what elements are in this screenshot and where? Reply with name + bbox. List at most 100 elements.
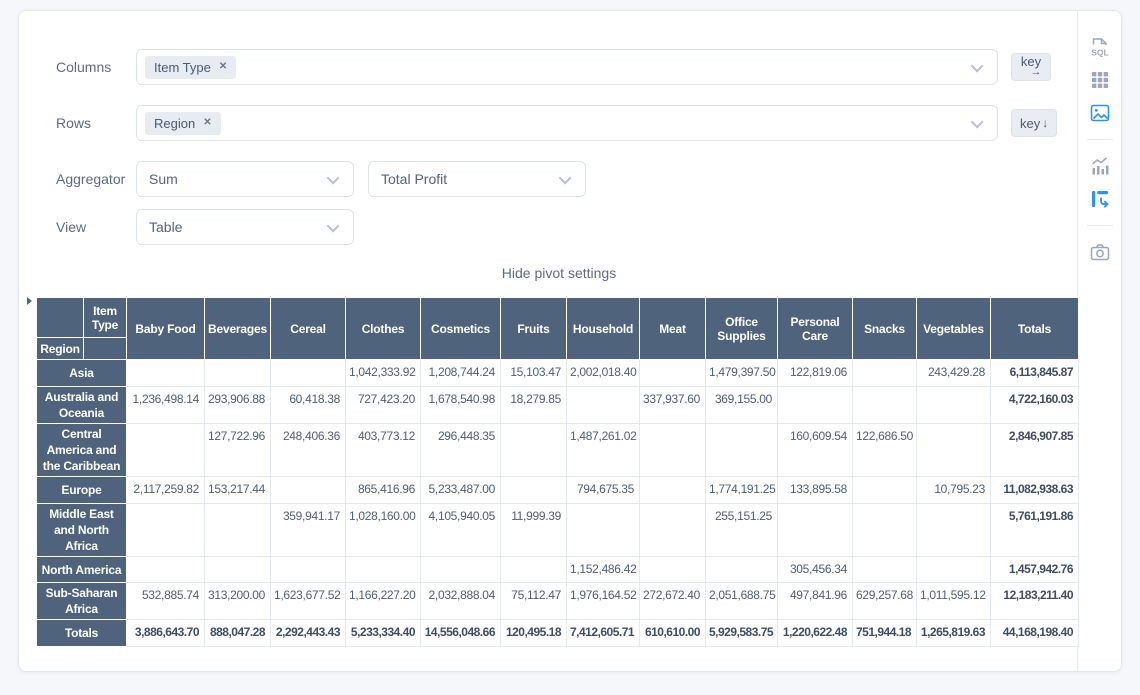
row-key-order-button[interactable]: key ↓ — [1011, 109, 1057, 137]
columns-multiselect[interactable]: Item Type ✕ — [136, 49, 998, 85]
column-total-cell: 5,929,583.75 — [706, 620, 778, 647]
column-total-cell: 610,610.00 — [640, 620, 706, 647]
pivot-cell: 2,117,259.82 — [127, 477, 205, 504]
column-header: Cosmetics — [421, 298, 501, 360]
column-header: Snacks — [853, 298, 917, 360]
pivot-cell — [706, 557, 778, 583]
aggregator-select[interactable]: Sum — [136, 161, 354, 197]
pivot-cell: 10,795.23 — [917, 477, 991, 504]
view-value: Table — [149, 219, 182, 235]
chevron-down-icon[interactable] — [971, 115, 984, 128]
column-header: Cereal — [271, 298, 346, 360]
column-total-cell: 1,265,819.63 — [917, 620, 991, 647]
row-header: Australia and Oceania — [37, 387, 127, 424]
pivot-cell — [205, 557, 271, 583]
pivot-cell — [567, 387, 640, 424]
pivot-cell: 1,042,333.92 — [346, 360, 421, 387]
rows-tag-label: Region — [154, 116, 195, 131]
pivot-cell: 1,011,595.12 — [917, 583, 991, 620]
columns-tag[interactable]: Item Type ✕ — [145, 56, 236, 79]
remove-columns-tag-icon[interactable]: ✕ — [219, 62, 227, 72]
column-header: Fruits — [501, 298, 567, 360]
pivot-cell: 296,448.35 — [421, 424, 501, 477]
pivot-cell: 1,976,164.52 — [567, 583, 640, 620]
collapse-panel-arrow-icon[interactable] — [27, 297, 32, 305]
rows-tag[interactable]: Region ✕ — [145, 112, 221, 135]
view-label: View — [56, 219, 136, 235]
arrow-down-icon: ↓ — [1042, 116, 1048, 130]
pivot-cell: 272,672.40 — [640, 583, 706, 620]
pivot-cell: 865,416.96 — [346, 477, 421, 504]
pivot-cell — [271, 360, 346, 387]
column-header: Office Supplies — [706, 298, 778, 360]
row-header: Middle East and North Africa — [37, 504, 127, 557]
toolbar-divider — [1087, 139, 1113, 140]
image-preview-icon[interactable] — [1088, 101, 1112, 125]
table-row: Asia1,042,333.921,208,744.2415,103.472,0… — [37, 360, 1079, 387]
pivot-cell — [127, 504, 205, 557]
pivot-cell — [205, 504, 271, 557]
pivot-cell: 4,105,940.05 — [421, 504, 501, 557]
pivot-table-icon[interactable] — [1088, 187, 1112, 211]
view-select[interactable]: Table — [136, 209, 354, 245]
pivot-cell: 1,152,486.42 — [567, 557, 640, 583]
pivot-panel-card: Columns Item Type ✕ key → Rows — [18, 10, 1122, 672]
pivot-cell — [127, 360, 205, 387]
pivot-cell: 532,885.74 — [127, 583, 205, 620]
pivot-settings: Columns Item Type ✕ key → Rows — [31, 11, 1077, 245]
pivot-cell: 2,051,688.75 — [706, 583, 778, 620]
aggregator-field-select[interactable]: Total Profit — [368, 161, 586, 197]
pivot-cell: 1,236,498.14 — [127, 387, 205, 424]
row-header: Sub-Saharan Africa — [37, 583, 127, 620]
column-key-order-button[interactable]: key → — [1011, 53, 1051, 81]
pivot-cell: 1,479,397.50 — [706, 360, 778, 387]
rows-control: Rows Region ✕ key ↓ — [56, 105, 1077, 141]
pivot-cell: 1,487,261.02 — [567, 424, 640, 477]
table-grid-icon[interactable] — [1088, 68, 1112, 92]
hide-pivot-settings-link[interactable]: Hide pivot settings — [36, 265, 1082, 281]
column-header: Meat — [640, 298, 706, 360]
pivot-cell — [853, 477, 917, 504]
table-row: Central America and the Caribbean127,722… — [37, 424, 1079, 477]
pivot-cell: 60,418.38 — [271, 387, 346, 424]
rows-multiselect[interactable]: Region ✕ — [136, 105, 998, 141]
pivot-cell: 629,257.68 — [853, 583, 917, 620]
chevron-down-icon[interactable] — [971, 59, 984, 72]
pivot-cell: 248,406.36 — [271, 424, 346, 477]
table-row: Europe2,117,259.82153,217.44865,416.965,… — [37, 477, 1079, 504]
combo-chart-icon[interactable] — [1088, 154, 1112, 178]
column-total-cell: 888,047.28 — [205, 620, 271, 647]
remove-rows-tag-icon[interactable]: ✕ — [203, 118, 211, 128]
table-row: North America1,152,486.42305,456.341,457… — [37, 557, 1079, 583]
pivot-cell: 255,151.25 — [706, 504, 778, 557]
pivot-cell: 160,609.54 — [778, 424, 853, 477]
rows-label: Rows — [56, 115, 136, 131]
pivot-cell — [127, 557, 205, 583]
main-area: Columns Item Type ✕ key → Rows — [19, 11, 1077, 671]
table-row: Australia and Oceania1,236,498.14293,906… — [37, 387, 1079, 424]
column-header: Clothes — [346, 298, 421, 360]
pivot-cell: 337,937.60 — [640, 387, 706, 424]
view-control: View Table — [56, 209, 1077, 245]
pivot-cell — [501, 477, 567, 504]
row-header: North America — [37, 557, 127, 583]
pivot-cell — [127, 424, 205, 477]
pivot-cell — [640, 504, 706, 557]
table-row: Sub-Saharan Africa532,885.74313,200.001,… — [37, 583, 1079, 620]
column-total-cell: 2,292,443.43 — [271, 620, 346, 647]
column-total-cell: 3,886,643.70 — [127, 620, 205, 647]
pivot-table-wrap: Item TypeBaby FoodBeveragesCerealClothes… — [36, 297, 1077, 647]
pivot-cell: 127,722.96 — [205, 424, 271, 477]
pivot-cell: 1,166,227.20 — [346, 583, 421, 620]
pivot-cell: 133,895.58 — [778, 477, 853, 504]
camera-icon[interactable] — [1088, 240, 1112, 264]
column-attribute-label: Item Type — [84, 298, 127, 338]
row-total-cell: 4,722,160.03 — [991, 387, 1079, 424]
corner-empty-cell — [84, 338, 127, 360]
pivot-cell: 75,112.47 — [501, 583, 567, 620]
sql-file-icon[interactable]: SQL — [1088, 35, 1112, 59]
column-total-cell: 1,220,622.48 — [778, 620, 853, 647]
arrow-right-icon: → — [1031, 67, 1042, 77]
chevron-down-icon — [327, 171, 340, 184]
pivot-cell: 1,208,744.24 — [421, 360, 501, 387]
